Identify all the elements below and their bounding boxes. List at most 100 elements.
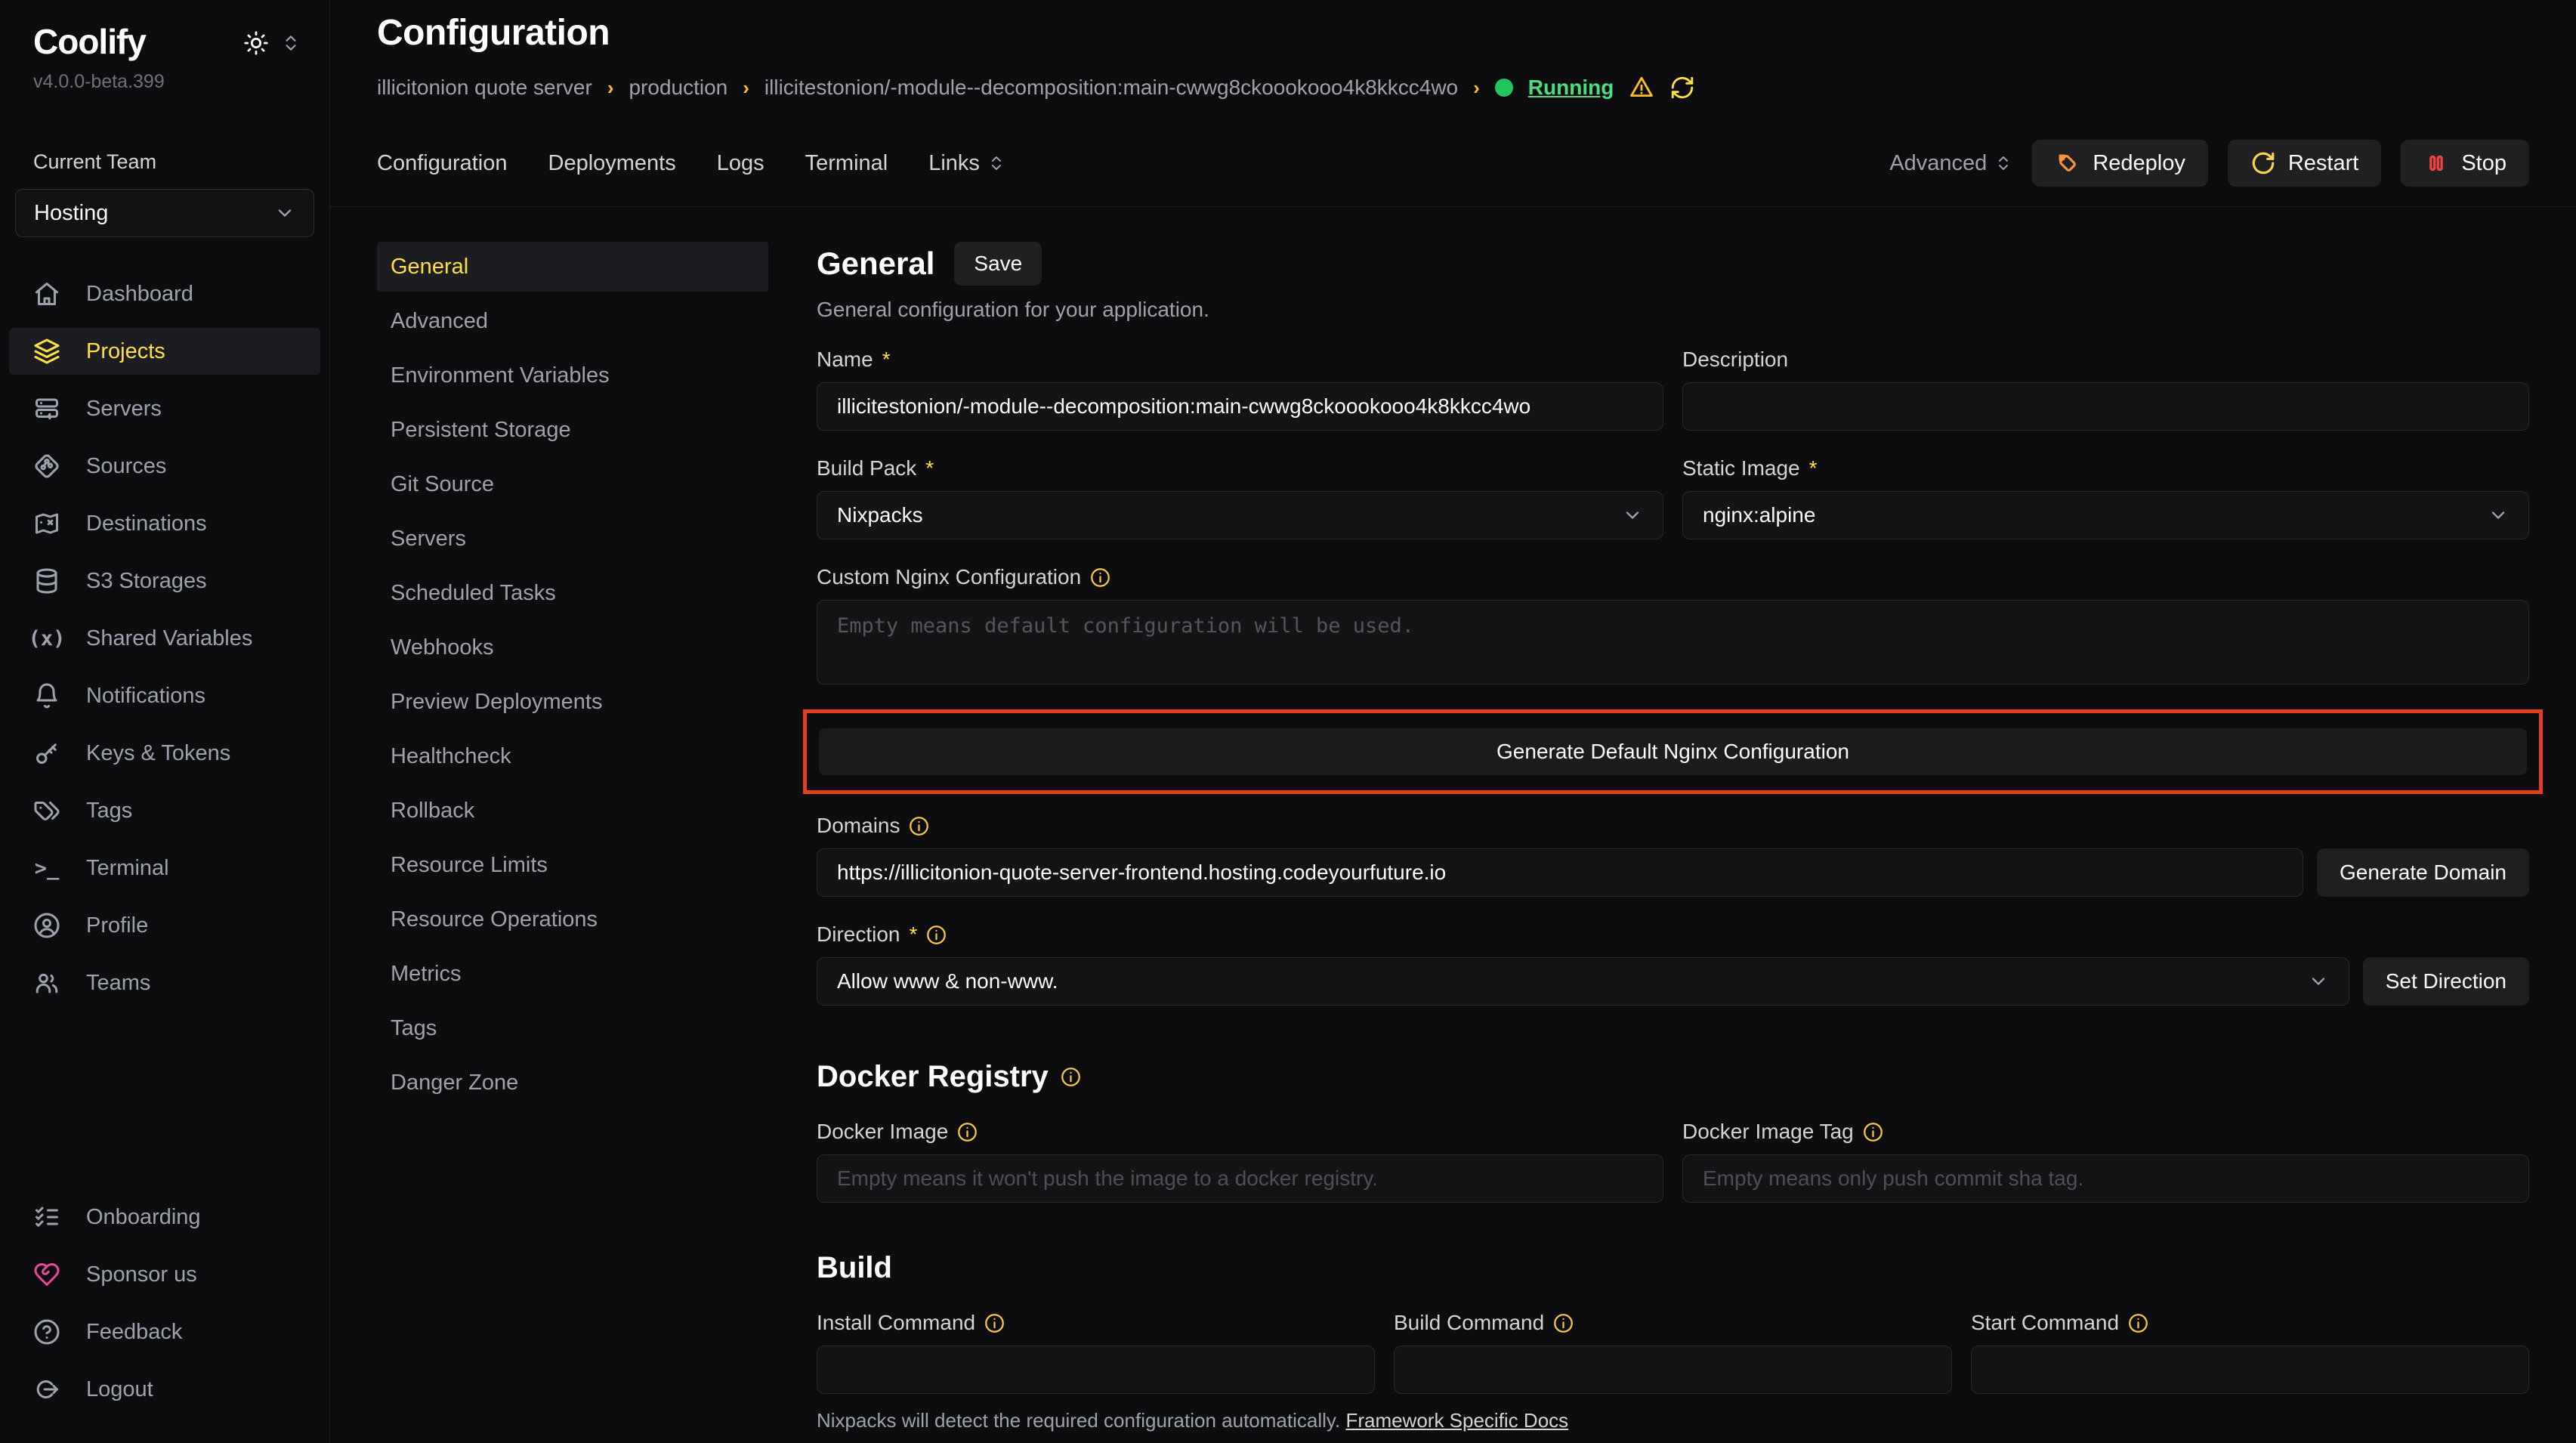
info-icon[interactable] (909, 816, 929, 836)
name-input[interactable] (817, 382, 1663, 431)
subnav-servers[interactable]: Servers (377, 514, 768, 564)
sidebar-item-terminal[interactable]: >_ Terminal (9, 845, 320, 891)
sidebar-footer-nav: Onboarding Sponsor us Feedback Logout (0, 1194, 329, 1423)
subnav-rollback[interactable]: Rollback (377, 786, 768, 836)
sidebar-item-servers[interactable]: Servers (9, 385, 320, 432)
tab-links[interactable]: Links (928, 151, 1005, 176)
theme-toggle-sun-icon[interactable] (243, 30, 269, 56)
redeploy-button[interactable]: Redeploy (2032, 140, 2208, 187)
subnav-environment-variables[interactable]: Environment Variables (377, 351, 768, 400)
page-title: Configuration (377, 12, 2529, 54)
refresh-icon[interactable] (1669, 75, 1695, 100)
sidebar-item-destinations[interactable]: Destinations (9, 500, 320, 547)
sidebar-item-sponsor-us[interactable]: Sponsor us (9, 1251, 320, 1298)
label-text: Docker Image Tag (1682, 1120, 1854, 1144)
team-select[interactable]: Hosting (15, 189, 314, 237)
subnav-label: Advanced (391, 309, 488, 334)
subnav-persistent-storage[interactable]: Persistent Storage (377, 405, 768, 455)
docker-image-tag-input[interactable] (1682, 1154, 2529, 1203)
docker-image-input[interactable] (817, 1154, 1663, 1203)
static-image-value: nginx:alpine (1703, 503, 1815, 527)
static-image-select[interactable]: nginx:alpine (1682, 491, 2529, 539)
subnav-resource-limits[interactable]: Resource Limits (377, 840, 768, 890)
sidebar-item-logout[interactable]: Logout (9, 1366, 320, 1413)
subnav-tags[interactable]: Tags (377, 1003, 768, 1053)
subnav-resource-operations[interactable]: Resource Operations (377, 895, 768, 944)
breadcrumb-project[interactable]: illicitonion quote server (377, 76, 592, 100)
sidebar-item-projects[interactable]: Projects (9, 328, 320, 375)
note-text: Nixpacks will detect the required config… (817, 1409, 1340, 1432)
info-icon[interactable] (1061, 1067, 1081, 1087)
sidebar-item-label: Shared Variables (86, 626, 252, 651)
subnav-advanced[interactable]: Advanced (377, 296, 768, 346)
save-button[interactable]: Save (954, 242, 1042, 286)
description-input[interactable] (1682, 382, 2529, 431)
tab-configuration[interactable]: Configuration (377, 151, 508, 176)
info-icon[interactable] (984, 1313, 1005, 1333)
subnav-healthcheck[interactable]: Healthcheck (377, 731, 768, 781)
sidebar-item-profile[interactable]: Profile (9, 902, 320, 949)
info-icon[interactable] (957, 1122, 978, 1142)
sidebar-item-sources[interactable]: Sources (9, 443, 320, 490)
breadcrumb-application[interactable]: illicitestonion/-module--decomposition:m… (764, 76, 1458, 100)
subnav-label: Resource Operations (391, 907, 598, 932)
label-text: Start Command (1971, 1311, 2119, 1335)
nginx-config-textarea[interactable] (817, 600, 2529, 684)
subnav-label: Git Source (391, 472, 494, 497)
install-command-input[interactable] (817, 1346, 1375, 1394)
sidebar-item-notifications[interactable]: Notifications (9, 672, 320, 719)
subnav-webhooks[interactable]: Webhooks (377, 623, 768, 672)
tab-terminal[interactable]: Terminal (805, 151, 888, 176)
subnav-scheduled-tasks[interactable]: Scheduled Tasks (377, 568, 768, 618)
subnav-preview-deployments[interactable]: Preview Deployments (377, 677, 768, 727)
stop-button[interactable]: Stop (2401, 140, 2529, 187)
subnav-general[interactable]: General (377, 242, 768, 292)
tab-logs[interactable]: Logs (717, 151, 764, 176)
sidebar-item-onboarding[interactable]: Onboarding (9, 1194, 320, 1241)
app-version: v4.0.0-beta.399 (0, 71, 329, 93)
subnav-git-source[interactable]: Git Source (377, 459, 768, 509)
sidebar-item-s3-storages[interactable]: S3 Storages (9, 558, 320, 604)
label-text: Direction (817, 922, 900, 947)
info-icon[interactable] (1553, 1313, 1574, 1333)
label-text: Build Pack (817, 456, 916, 480)
subnav-metrics[interactable]: Metrics (377, 949, 768, 999)
sidebar-item-label: Notifications (86, 684, 205, 709)
build-pack-select[interactable]: Nixpacks (817, 491, 1663, 539)
subnav-label: Rollback (391, 799, 474, 823)
generate-domain-button[interactable]: Generate Domain (2317, 848, 2529, 897)
generate-nginx-config-button[interactable]: Generate Default Nginx Configuration (819, 728, 2527, 775)
build-pack-label: Build Pack * (817, 456, 1663, 480)
database-icon (32, 566, 62, 596)
info-icon[interactable] (926, 925, 947, 945)
sidebar-item-dashboard[interactable]: Dashboard (9, 270, 320, 317)
sidebar-item-label: Teams (86, 971, 150, 996)
domains-input[interactable] (817, 848, 2303, 897)
info-icon[interactable] (2128, 1313, 2148, 1333)
subnav-danger-zone[interactable]: Danger Zone (377, 1058, 768, 1108)
advanced-menu[interactable]: Advanced (1889, 151, 2012, 176)
status-link[interactable]: Running (1528, 76, 1614, 100)
breadcrumb-environment[interactable]: production (629, 76, 727, 100)
sidebar-item-shared-variables[interactable]: (x) Shared Variables (9, 615, 320, 662)
build-command-input[interactable] (1394, 1346, 1952, 1394)
subnav-label: Danger Zone (391, 1071, 518, 1095)
required-marker: * (882, 348, 891, 372)
tab-label: Deployments (548, 151, 676, 176)
sidebar-item-teams[interactable]: Teams (9, 959, 320, 1006)
direction-select[interactable]: Allow www & non-www. (817, 957, 2349, 1006)
start-command-label: Start Command (1971, 1311, 2529, 1335)
tab-deployments[interactable]: Deployments (548, 151, 676, 176)
info-icon[interactable] (1090, 567, 1110, 588)
start-command-input[interactable] (1971, 1346, 2529, 1394)
sidebar-item-feedback[interactable]: Feedback (9, 1309, 320, 1355)
framework-docs-link[interactable]: Framework Specific Docs (1345, 1409, 1568, 1432)
restart-button[interactable]: Restart (2228, 140, 2381, 187)
sidebar-item-tags[interactable]: Tags (9, 787, 320, 834)
warning-icon[interactable] (1629, 75, 1654, 100)
info-icon[interactable] (1863, 1122, 1883, 1142)
sidebar-item-keys-tokens[interactable]: Keys & Tokens (9, 730, 320, 777)
section-heading-general: General (817, 246, 934, 282)
set-direction-button[interactable]: Set Direction (2363, 957, 2529, 1006)
sidebar-collapse-chevrons-icon[interactable] (281, 33, 301, 53)
